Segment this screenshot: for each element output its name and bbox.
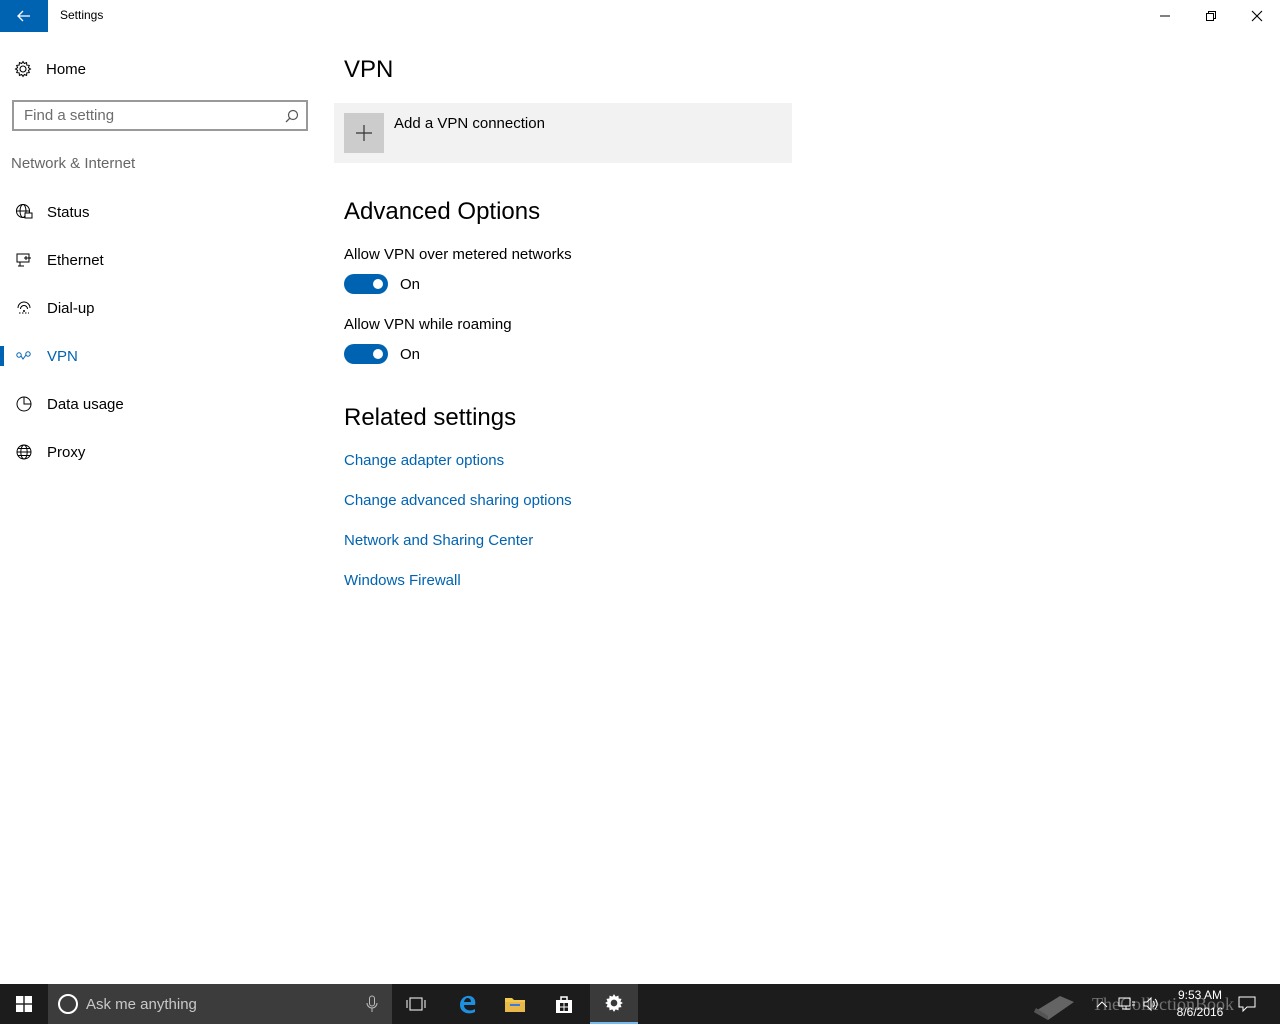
sidebar-item-label: Proxy <box>47 443 86 461</box>
option-label: Allow VPN over metered networks <box>344 246 572 263</box>
home-nav-item[interactable]: Home <box>14 58 86 80</box>
sidebar-section-title: Network & Internet <box>11 155 136 172</box>
close-icon <box>1251 10 1263 22</box>
gear-icon <box>605 994 623 1012</box>
restore-icon <box>1206 11 1216 21</box>
task-view-button[interactable] <box>392 984 440 1024</box>
file-explorer-button[interactable] <box>491 984 539 1024</box>
cortana-search-placeholder: Ask me anything <box>86 995 197 1013</box>
roaming-toggle-row: On <box>344 344 420 364</box>
globe-icon <box>15 443 33 461</box>
home-label: Home <box>46 60 87 78</box>
clock-time: 9:53 AM <box>1177 988 1223 1002</box>
add-vpn-label: Add a VPN connection <box>394 115 545 132</box>
sidebar: Home Network & Internet Status Ethernet <box>0 32 320 984</box>
restore-button[interactable] <box>1188 0 1234 32</box>
settings-taskbar-button[interactable] <box>590 984 638 1024</box>
sidebar-item-label: Status <box>47 203 90 221</box>
sidebar-item-label: Data usage <box>47 395 124 413</box>
window-title: Settings <box>60 8 104 22</box>
book-icon <box>1034 996 1074 1020</box>
volume-tray-button[interactable] <box>1140 984 1162 1024</box>
related-settings-heading: Related settings <box>344 404 517 431</box>
sidebar-item-status[interactable]: Status <box>0 190 320 234</box>
sidebar-item-label: Ethernet <box>47 251 104 269</box>
back-button[interactable] <box>0 0 48 32</box>
task-view-icon <box>406 997 426 1011</box>
plus-icon <box>344 113 384 153</box>
network-tray-button[interactable] <box>1116 984 1138 1024</box>
microphone-icon[interactable] <box>366 995 378 1018</box>
title-bar: Settings <box>0 0 1280 32</box>
chevron-up-icon <box>1096 1001 1108 1008</box>
page-title: VPN <box>344 56 394 83</box>
change-advanced-sharing-link[interactable]: Change advanced sharing options <box>344 492 572 509</box>
sidebar-item-ethernet[interactable]: Ethernet <box>0 238 320 282</box>
sidebar-item-label: VPN <box>47 347 78 365</box>
sidebar-item-data-usage[interactable]: Data usage <box>0 382 320 426</box>
add-vpn-connection-button[interactable]: Add a VPN connection <box>334 103 792 163</box>
store-button[interactable] <box>540 984 588 1024</box>
clock-date: 8/6/2016 <box>1176 1005 1224 1019</box>
cortana-icon <box>58 994 78 1014</box>
network-icon <box>1118 997 1135 1010</box>
option-label: Allow VPN while roaming <box>344 316 512 333</box>
start-button[interactable] <box>0 984 48 1024</box>
back-arrow-icon <box>17 10 30 22</box>
sidebar-item-label: Dial-up <box>47 299 95 317</box>
windows-logo-icon <box>16 996 32 1012</box>
dial-up-icon <box>15 299 33 317</box>
main-content: VPN Add a VPN connection Advanced Option… <box>334 32 1280 984</box>
search-input[interactable] <box>14 102 278 129</box>
notification-icon <box>1238 996 1256 1012</box>
edge-icon <box>460 995 476 1014</box>
minimize-icon <box>1160 15 1170 17</box>
roaming-toggle[interactable] <box>344 344 388 364</box>
change-adapter-options-link[interactable]: Change adapter options <box>344 452 504 469</box>
ethernet-icon <box>15 251 33 269</box>
gear-icon <box>14 60 32 78</box>
show-hidden-icons-button[interactable] <box>1092 984 1112 1024</box>
network-sharing-center-link[interactable]: Network and Sharing Center <box>344 532 533 549</box>
vpn-icon <box>15 347 33 365</box>
store-icon <box>556 996 572 1013</box>
metered-networks-toggle[interactable] <box>344 274 388 294</box>
data-usage-icon <box>15 395 33 413</box>
metered-networks-toggle-row: On <box>344 274 420 294</box>
speaker-icon <box>1143 996 1158 1012</box>
minimize-button[interactable] <box>1142 0 1188 32</box>
action-center-button[interactable] <box>1234 984 1260 1024</box>
windows-firewall-link[interactable]: Windows Firewall <box>344 572 461 589</box>
sidebar-item-proxy[interactable]: Proxy <box>0 430 320 474</box>
sidebar-item-dial-up[interactable]: Dial-up <box>0 286 320 330</box>
taskbar: Ask me anything TheCollectionBook 9:53 A… <box>0 984 1280 1024</box>
cortana-search-box[interactable]: Ask me anything <box>48 984 392 1024</box>
toggle-state: On <box>400 275 421 293</box>
taskbar-clock[interactable]: 9:53 AM 8/6/2016 <box>1160 987 1240 1021</box>
globe-monitor-icon <box>15 203 33 221</box>
search-box[interactable] <box>12 100 308 131</box>
folder-icon <box>505 998 525 1012</box>
edge-button[interactable] <box>443 984 491 1024</box>
close-button[interactable] <box>1234 0 1280 32</box>
toggle-state: On <box>400 345 421 363</box>
sidebar-item-vpn[interactable]: VPN <box>0 334 320 378</box>
search-icon[interactable] <box>278 109 306 123</box>
advanced-options-heading: Advanced Options <box>344 198 541 225</box>
